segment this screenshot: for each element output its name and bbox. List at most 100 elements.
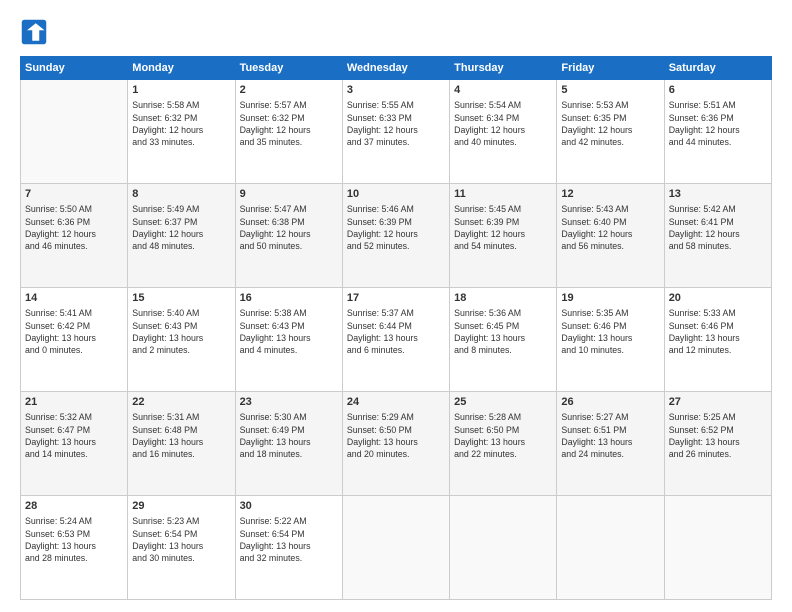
day-info: Sunrise: 5:27 AM Sunset: 6:51 PM Dayligh… xyxy=(561,411,659,460)
day-number: 5 xyxy=(561,83,659,98)
calendar-cell: 13Sunrise: 5:42 AM Sunset: 6:41 PM Dayli… xyxy=(664,184,771,288)
day-info: Sunrise: 5:55 AM Sunset: 6:33 PM Dayligh… xyxy=(347,99,445,148)
day-number: 30 xyxy=(240,499,338,514)
day-info: Sunrise: 5:37 AM Sunset: 6:44 PM Dayligh… xyxy=(347,307,445,356)
calendar-week-row: 7Sunrise: 5:50 AM Sunset: 6:36 PM Daylig… xyxy=(21,184,772,288)
day-info: Sunrise: 5:54 AM Sunset: 6:34 PM Dayligh… xyxy=(454,99,552,148)
day-number: 21 xyxy=(25,395,123,410)
weekday-header-tuesday: Tuesday xyxy=(235,57,342,80)
day-number: 11 xyxy=(454,187,552,202)
day-info: Sunrise: 5:51 AM Sunset: 6:36 PM Dayligh… xyxy=(669,99,767,148)
day-info: Sunrise: 5:22 AM Sunset: 6:54 PM Dayligh… xyxy=(240,515,338,564)
calendar-cell: 2Sunrise: 5:57 AM Sunset: 6:32 PM Daylig… xyxy=(235,80,342,184)
day-number: 17 xyxy=(347,291,445,306)
day-number: 19 xyxy=(561,291,659,306)
day-number: 2 xyxy=(240,83,338,98)
day-number: 27 xyxy=(669,395,767,410)
day-info: Sunrise: 5:46 AM Sunset: 6:39 PM Dayligh… xyxy=(347,203,445,252)
day-number: 22 xyxy=(132,395,230,410)
weekday-header-thursday: Thursday xyxy=(450,57,557,80)
day-number: 3 xyxy=(347,83,445,98)
calendar-cell: 12Sunrise: 5:43 AM Sunset: 6:40 PM Dayli… xyxy=(557,184,664,288)
logo xyxy=(20,18,52,46)
day-number: 20 xyxy=(669,291,767,306)
day-info: Sunrise: 5:47 AM Sunset: 6:38 PM Dayligh… xyxy=(240,203,338,252)
calendar-cell: 6Sunrise: 5:51 AM Sunset: 6:36 PM Daylig… xyxy=(664,80,771,184)
weekday-header-saturday: Saturday xyxy=(664,57,771,80)
calendar-cell: 16Sunrise: 5:38 AM Sunset: 6:43 PM Dayli… xyxy=(235,288,342,392)
calendar-cell xyxy=(342,496,449,600)
calendar-cell: 11Sunrise: 5:45 AM Sunset: 6:39 PM Dayli… xyxy=(450,184,557,288)
day-info: Sunrise: 5:42 AM Sunset: 6:41 PM Dayligh… xyxy=(669,203,767,252)
calendar-cell: 21Sunrise: 5:32 AM Sunset: 6:47 PM Dayli… xyxy=(21,392,128,496)
calendar-cell: 1Sunrise: 5:58 AM Sunset: 6:32 PM Daylig… xyxy=(128,80,235,184)
calendar-cell: 4Sunrise: 5:54 AM Sunset: 6:34 PM Daylig… xyxy=(450,80,557,184)
calendar-week-row: 21Sunrise: 5:32 AM Sunset: 6:47 PM Dayli… xyxy=(21,392,772,496)
day-info: Sunrise: 5:57 AM Sunset: 6:32 PM Dayligh… xyxy=(240,99,338,148)
day-number: 29 xyxy=(132,499,230,514)
page: SundayMondayTuesdayWednesdayThursdayFrid… xyxy=(0,0,792,612)
day-info: Sunrise: 5:23 AM Sunset: 6:54 PM Dayligh… xyxy=(132,515,230,564)
day-number: 14 xyxy=(25,291,123,306)
day-number: 18 xyxy=(454,291,552,306)
calendar-cell: 30Sunrise: 5:22 AM Sunset: 6:54 PM Dayli… xyxy=(235,496,342,600)
day-info: Sunrise: 5:29 AM Sunset: 6:50 PM Dayligh… xyxy=(347,411,445,460)
calendar-cell: 14Sunrise: 5:41 AM Sunset: 6:42 PM Dayli… xyxy=(21,288,128,392)
day-number: 7 xyxy=(25,187,123,202)
day-number: 24 xyxy=(347,395,445,410)
calendar-week-row: 28Sunrise: 5:24 AM Sunset: 6:53 PM Dayli… xyxy=(21,496,772,600)
calendar-cell: 27Sunrise: 5:25 AM Sunset: 6:52 PM Dayli… xyxy=(664,392,771,496)
calendar-cell xyxy=(664,496,771,600)
day-number: 13 xyxy=(669,187,767,202)
day-info: Sunrise: 5:53 AM Sunset: 6:35 PM Dayligh… xyxy=(561,99,659,148)
day-number: 28 xyxy=(25,499,123,514)
day-number: 9 xyxy=(240,187,338,202)
calendar-cell: 20Sunrise: 5:33 AM Sunset: 6:46 PM Dayli… xyxy=(664,288,771,392)
calendar-table: SundayMondayTuesdayWednesdayThursdayFrid… xyxy=(20,56,772,600)
calendar-cell: 10Sunrise: 5:46 AM Sunset: 6:39 PM Dayli… xyxy=(342,184,449,288)
calendar-cell: 5Sunrise: 5:53 AM Sunset: 6:35 PM Daylig… xyxy=(557,80,664,184)
day-number: 16 xyxy=(240,291,338,306)
weekday-header-sunday: Sunday xyxy=(21,57,128,80)
day-info: Sunrise: 5:36 AM Sunset: 6:45 PM Dayligh… xyxy=(454,307,552,356)
weekday-header-friday: Friday xyxy=(557,57,664,80)
calendar-cell: 18Sunrise: 5:36 AM Sunset: 6:45 PM Dayli… xyxy=(450,288,557,392)
day-info: Sunrise: 5:58 AM Sunset: 6:32 PM Dayligh… xyxy=(132,99,230,148)
day-number: 15 xyxy=(132,291,230,306)
day-info: Sunrise: 5:32 AM Sunset: 6:47 PM Dayligh… xyxy=(25,411,123,460)
logo-icon xyxy=(20,18,48,46)
calendar-cell: 24Sunrise: 5:29 AM Sunset: 6:50 PM Dayli… xyxy=(342,392,449,496)
calendar-cell xyxy=(21,80,128,184)
calendar-cell: 19Sunrise: 5:35 AM Sunset: 6:46 PM Dayli… xyxy=(557,288,664,392)
day-info: Sunrise: 5:33 AM Sunset: 6:46 PM Dayligh… xyxy=(669,307,767,356)
day-info: Sunrise: 5:40 AM Sunset: 6:43 PM Dayligh… xyxy=(132,307,230,356)
day-info: Sunrise: 5:45 AM Sunset: 6:39 PM Dayligh… xyxy=(454,203,552,252)
calendar-cell: 17Sunrise: 5:37 AM Sunset: 6:44 PM Dayli… xyxy=(342,288,449,392)
day-info: Sunrise: 5:24 AM Sunset: 6:53 PM Dayligh… xyxy=(25,515,123,564)
weekday-header-row: SundayMondayTuesdayWednesdayThursdayFrid… xyxy=(21,57,772,80)
calendar-cell xyxy=(450,496,557,600)
day-info: Sunrise: 5:31 AM Sunset: 6:48 PM Dayligh… xyxy=(132,411,230,460)
calendar-cell: 29Sunrise: 5:23 AM Sunset: 6:54 PM Dayli… xyxy=(128,496,235,600)
calendar-cell: 23Sunrise: 5:30 AM Sunset: 6:49 PM Dayli… xyxy=(235,392,342,496)
calendar-cell xyxy=(557,496,664,600)
day-info: Sunrise: 5:28 AM Sunset: 6:50 PM Dayligh… xyxy=(454,411,552,460)
weekday-header-wednesday: Wednesday xyxy=(342,57,449,80)
day-info: Sunrise: 5:25 AM Sunset: 6:52 PM Dayligh… xyxy=(669,411,767,460)
calendar-cell: 9Sunrise: 5:47 AM Sunset: 6:38 PM Daylig… xyxy=(235,184,342,288)
calendar-cell: 25Sunrise: 5:28 AM Sunset: 6:50 PM Dayli… xyxy=(450,392,557,496)
day-number: 10 xyxy=(347,187,445,202)
calendar-cell: 28Sunrise: 5:24 AM Sunset: 6:53 PM Dayli… xyxy=(21,496,128,600)
weekday-header-monday: Monday xyxy=(128,57,235,80)
day-info: Sunrise: 5:41 AM Sunset: 6:42 PM Dayligh… xyxy=(25,307,123,356)
calendar-cell: 3Sunrise: 5:55 AM Sunset: 6:33 PM Daylig… xyxy=(342,80,449,184)
calendar-cell: 26Sunrise: 5:27 AM Sunset: 6:51 PM Dayli… xyxy=(557,392,664,496)
day-number: 25 xyxy=(454,395,552,410)
day-number: 6 xyxy=(669,83,767,98)
day-info: Sunrise: 5:30 AM Sunset: 6:49 PM Dayligh… xyxy=(240,411,338,460)
day-number: 12 xyxy=(561,187,659,202)
day-info: Sunrise: 5:35 AM Sunset: 6:46 PM Dayligh… xyxy=(561,307,659,356)
day-number: 1 xyxy=(132,83,230,98)
calendar-cell: 15Sunrise: 5:40 AM Sunset: 6:43 PM Dayli… xyxy=(128,288,235,392)
day-info: Sunrise: 5:38 AM Sunset: 6:43 PM Dayligh… xyxy=(240,307,338,356)
